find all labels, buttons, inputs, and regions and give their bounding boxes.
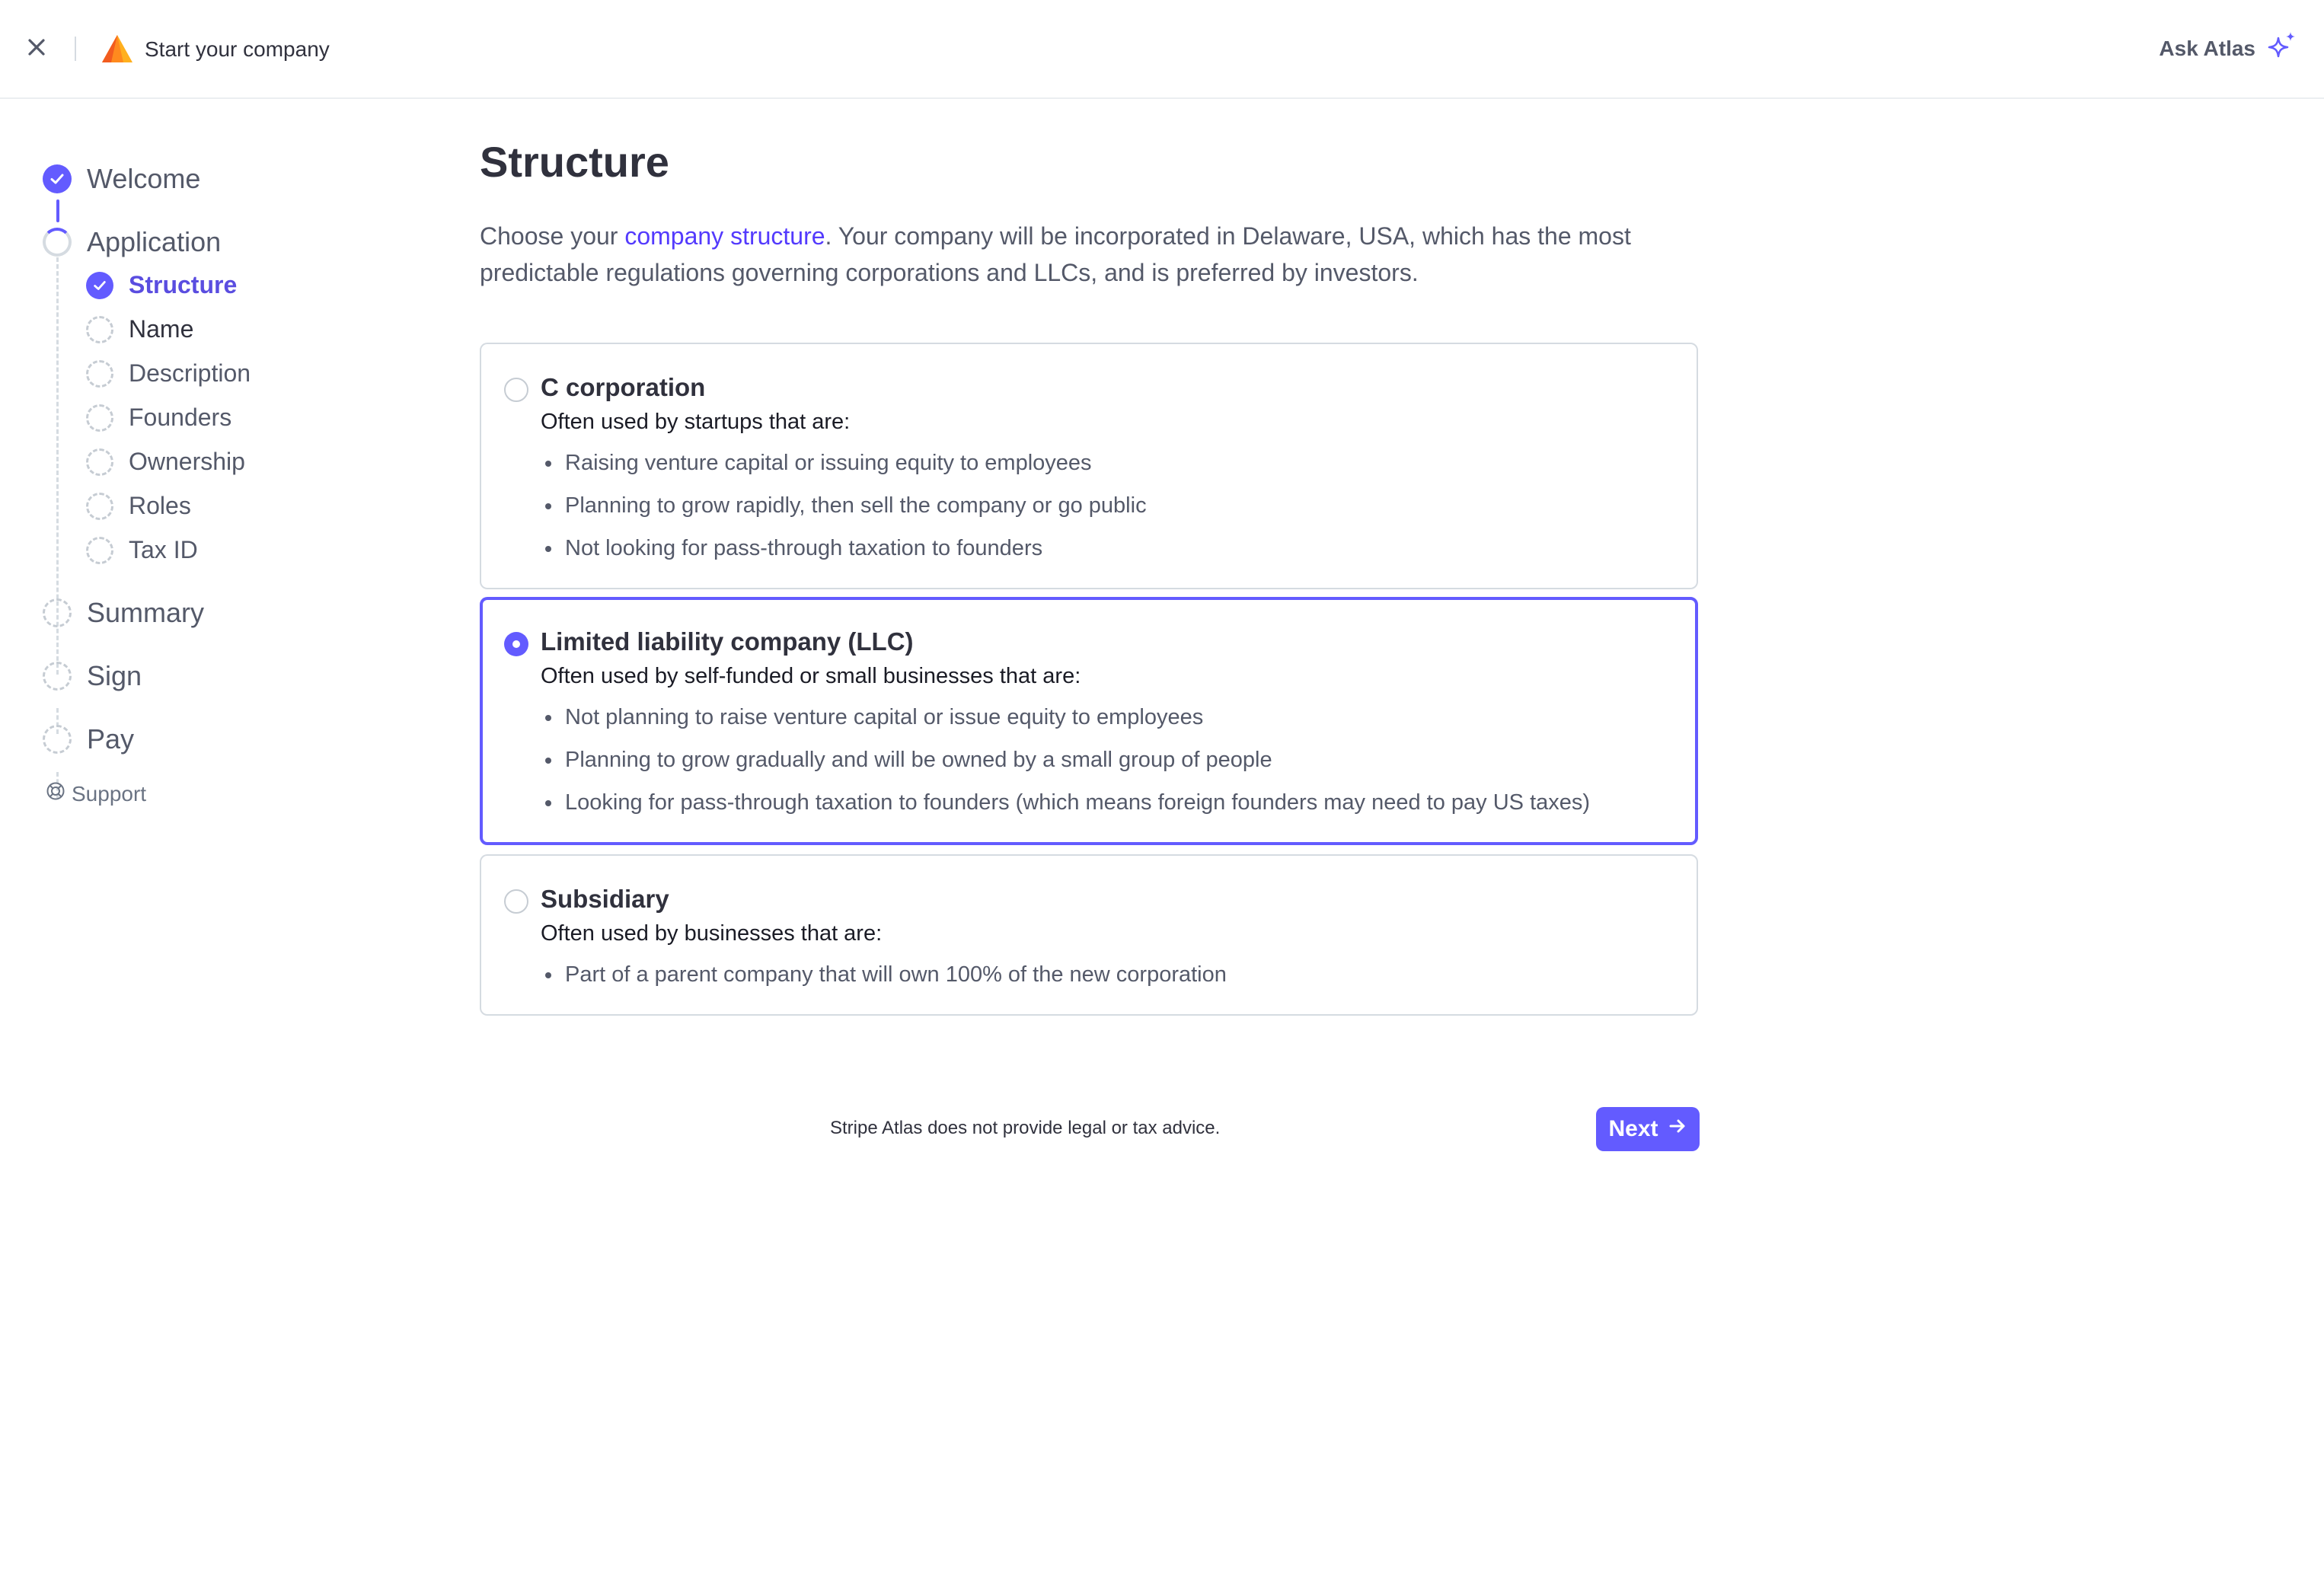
step-label: Welcome xyxy=(87,163,201,194)
next-button[interactable]: Next xyxy=(1596,1107,1700,1151)
option-bullets: Part of a parent company that will own 1… xyxy=(541,961,1227,1003)
page-title: Structure xyxy=(480,138,669,186)
bullet-item: Raising venture capital or issuing equit… xyxy=(541,449,1147,492)
bullet-item: Looking for pass-through taxation to fou… xyxy=(541,789,1590,831)
progress-sidebar: Welcome Application Structure Name Descr… xyxy=(0,99,426,860)
check-icon xyxy=(86,271,113,299)
step-label: Pay xyxy=(87,723,135,755)
substep-name[interactable]: Name xyxy=(86,315,193,343)
sparkle-icon xyxy=(2266,30,2298,66)
option-c-corporation[interactable]: C corporation Often used by startups tha… xyxy=(480,343,1698,589)
support-link[interactable]: Support xyxy=(46,781,146,806)
pending-icon xyxy=(43,725,72,754)
option-subtitle: Often used by businesses that are: xyxy=(541,921,883,946)
option-subsidiary[interactable]: Subsidiary Often used by businesses that… xyxy=(480,854,1698,1016)
intro-text-start: Choose your xyxy=(480,222,625,250)
pending-icon xyxy=(43,598,72,627)
arrow-right-icon xyxy=(1668,1116,1687,1142)
step-label: Application xyxy=(87,226,222,257)
intro-text: Choose your company structure. Your comp… xyxy=(480,218,1698,291)
step-label: Summary xyxy=(87,597,205,628)
in-progress-icon xyxy=(43,228,72,257)
next-label: Next xyxy=(1608,1116,1658,1141)
substep-description[interactable]: Description xyxy=(86,359,251,388)
header-divider xyxy=(75,37,76,61)
step-application[interactable]: Application xyxy=(43,226,221,258)
substep-label: Description xyxy=(129,359,251,387)
substep-ownership[interactable]: Ownership xyxy=(86,448,245,476)
pending-icon xyxy=(86,448,113,476)
step-welcome[interactable]: Welcome xyxy=(43,163,200,195)
substep-structure[interactable]: Structure xyxy=(86,271,237,299)
radio-llc[interactable] xyxy=(504,632,528,656)
option-subtitle: Often used by self-funded or small busin… xyxy=(541,664,1081,688)
step-sign[interactable]: Sign xyxy=(43,660,142,692)
option-bullets: Not planning to raise venture capital or… xyxy=(541,704,1590,831)
pending-icon xyxy=(43,662,72,691)
bullet-item: Part of a parent company that will own 1… xyxy=(541,961,1227,1003)
pending-icon xyxy=(86,315,113,343)
top-bar: Start your company Ask Atlas xyxy=(0,0,2324,99)
option-llc[interactable]: Limited liability company (LLC) Often us… xyxy=(480,597,1698,845)
bullet-item: Planning to grow rapidly, then sell the … xyxy=(541,492,1147,534)
pending-icon xyxy=(86,536,113,564)
substep-label: Founders xyxy=(129,404,232,431)
substep-roles[interactable]: Roles xyxy=(86,492,191,520)
pending-icon xyxy=(86,492,113,520)
ask-atlas-button[interactable]: Ask Atlas xyxy=(2159,30,2298,66)
bullet-item: Planning to grow gradually and will be o… xyxy=(541,746,1590,789)
step-summary[interactable]: Summary xyxy=(43,597,204,629)
close-icon[interactable] xyxy=(23,34,50,61)
check-icon xyxy=(43,164,72,193)
substep-tax-id[interactable]: Tax ID xyxy=(86,536,198,564)
app-title: Start your company xyxy=(145,37,330,61)
option-bullets: Raising venture capital or issuing equit… xyxy=(541,449,1147,577)
support-label: Support xyxy=(72,781,147,806)
atlas-logo-icon xyxy=(101,34,134,64)
substep-label: Name xyxy=(129,315,194,343)
bullet-item: Not planning to raise venture capital or… xyxy=(541,704,1590,746)
pending-icon xyxy=(86,359,113,388)
option-title: C corporation xyxy=(541,373,706,401)
legal-disclaimer: Stripe Atlas does not provide legal or t… xyxy=(830,1118,1221,1138)
company-structure-link[interactable]: company structure xyxy=(624,222,825,250)
option-subtitle: Often used by startups that are: xyxy=(541,410,851,434)
lifebuoy-icon xyxy=(46,781,65,806)
substep-label: Roles xyxy=(129,492,191,519)
ask-atlas-label: Ask Atlas xyxy=(2159,36,2255,60)
pending-icon xyxy=(86,404,113,432)
radio-c-corporation[interactable] xyxy=(504,378,528,402)
step-pay[interactable]: Pay xyxy=(43,723,134,755)
substep-label: Ownership xyxy=(129,448,245,475)
option-title: Subsidiary xyxy=(541,885,669,913)
substep-label: Tax ID xyxy=(129,536,198,563)
radio-subsidiary[interactable] xyxy=(504,889,528,914)
progress-connector-complete xyxy=(56,199,59,222)
substep-founders[interactable]: Founders xyxy=(86,404,231,432)
step-label: Sign xyxy=(87,660,142,691)
substep-label: Structure xyxy=(129,271,238,298)
option-title: Limited liability company (LLC) xyxy=(541,627,914,656)
bullet-item: Not looking for pass-through taxation to… xyxy=(541,534,1147,577)
